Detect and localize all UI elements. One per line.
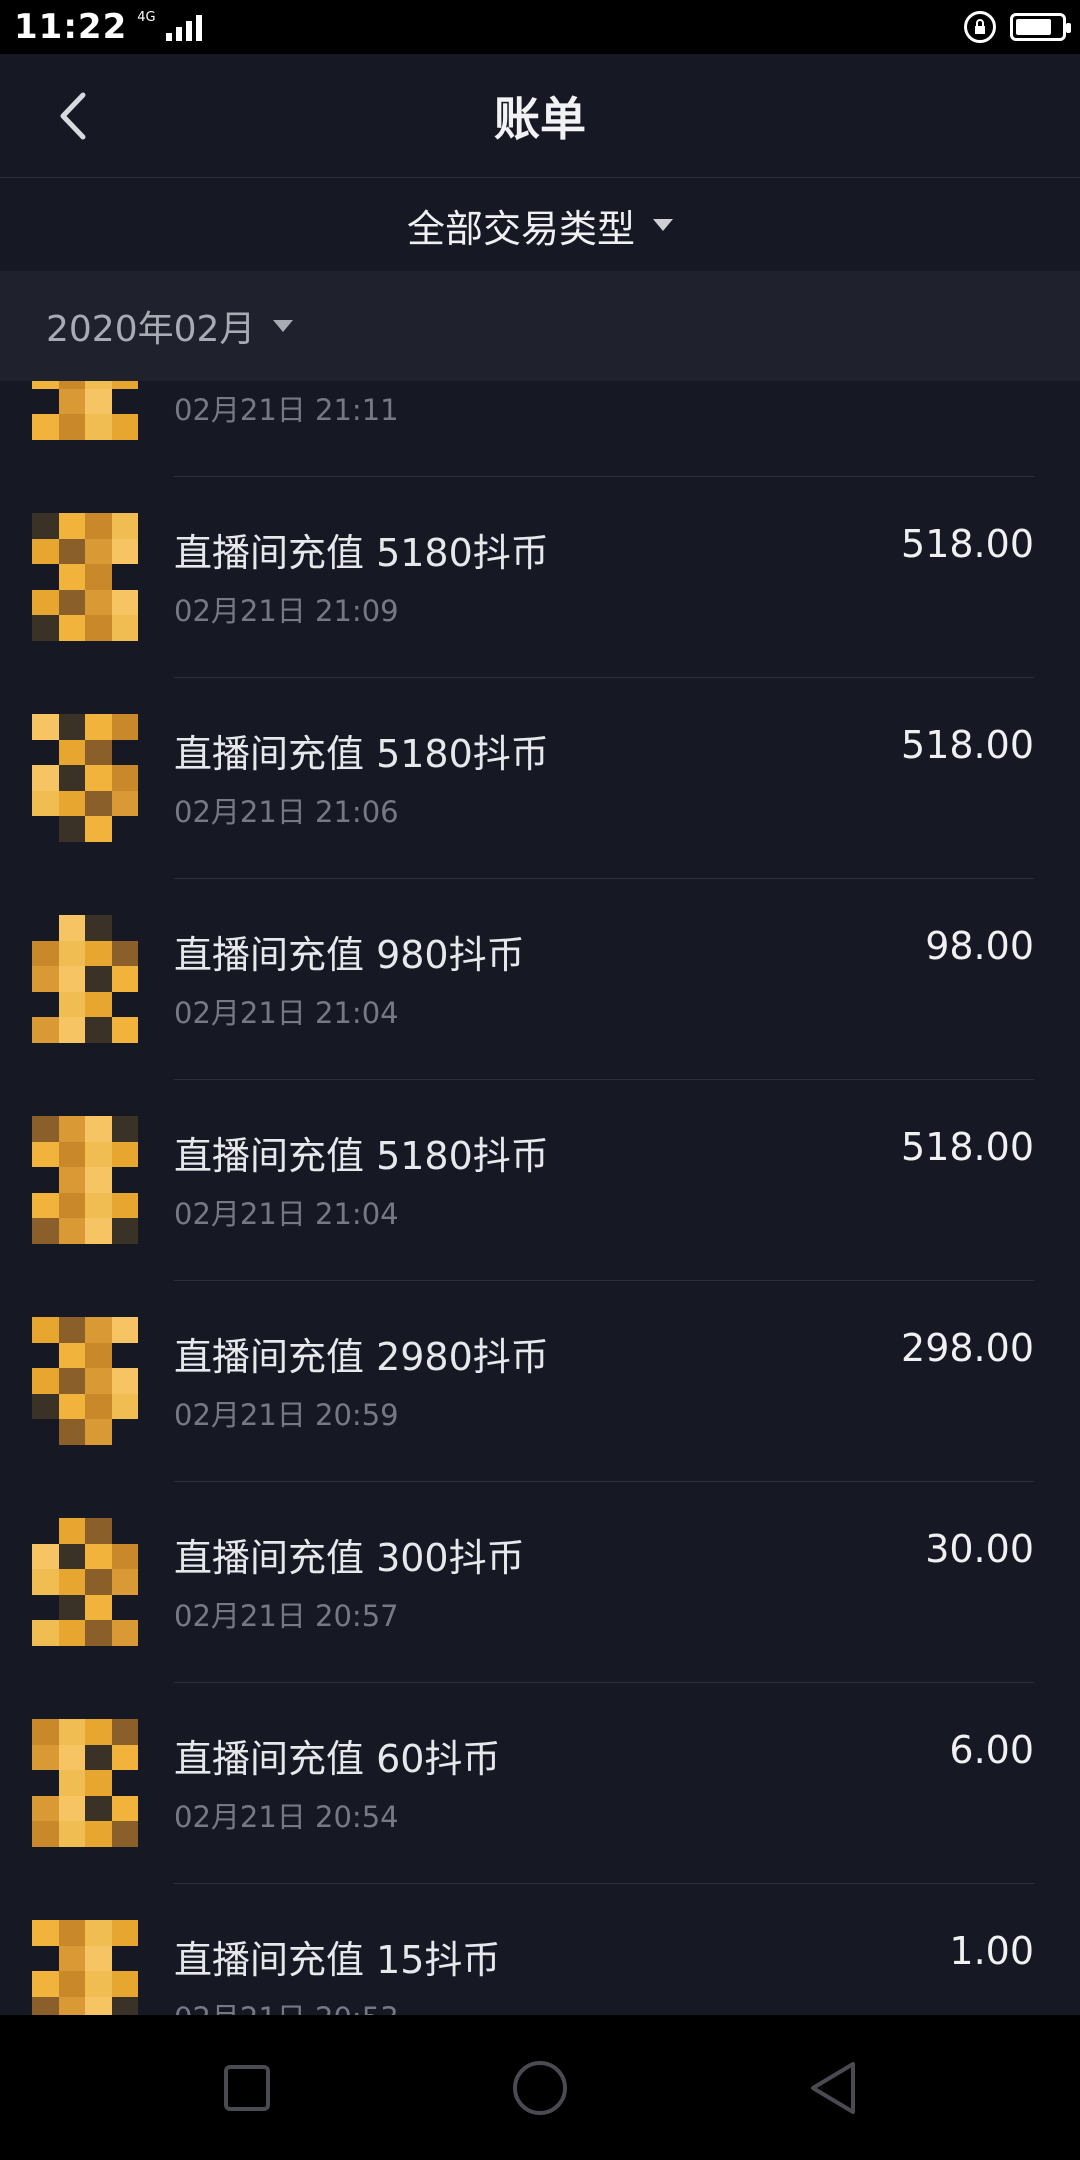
transaction-row[interactable]: 直播间充值 5180抖币02月21日 21:11518.00 — [0, 381, 1080, 477]
transaction-amount: 518.00 — [901, 723, 1034, 767]
transaction-title: 直播间充值 15抖币 — [174, 1938, 501, 1982]
coin-icon — [32, 714, 138, 842]
transaction-time: 02月21日 21:09 — [174, 594, 399, 628]
screen: 11:22 4G 账单 全部交易类型 2020年02月 直播间充值 5180抖币… — [0, 0, 1080, 2160]
transaction-list[interactable]: 直播间充值 5180抖币02月21日 21:11518.00直播间充值 5180… — [0, 381, 1080, 2015]
signal-icon — [165, 13, 202, 41]
transaction-time: 02月21日 21:06 — [174, 795, 399, 829]
month-selector[interactable]: 2020年02月 — [0, 271, 1080, 381]
title-bar: 账单 — [0, 54, 1080, 178]
transaction-row[interactable]: 直播间充值 5180抖币 02月21日 21:09 518.00 — [0, 477, 1080, 678]
transaction-title: 直播间充值 5180抖币 — [174, 732, 549, 776]
transaction-time: 02月21日 21:11 — [174, 393, 399, 427]
transaction-title: 直播间充值 5180抖币 — [174, 1134, 549, 1178]
transaction-type-filter[interactable]: 全部交易类型 — [0, 179, 1080, 271]
square-icon — [223, 2064, 270, 2111]
status-right — [964, 11, 1071, 43]
coin-icon — [32, 1719, 138, 1847]
transaction-time: 02月21日 20:57 — [174, 1599, 399, 1633]
transaction-row[interactable]: 直播间充值 60抖币 02月21日 20:54 6.00 — [0, 1683, 1080, 1884]
transaction-row[interactable]: 直播间充值 5180抖币 02月21日 21:04 518.00 — [0, 1080, 1080, 1281]
transaction-amount: 518.00 — [901, 522, 1034, 566]
coin-icon — [32, 381, 138, 440]
back-button[interactable] — [44, 88, 100, 144]
transaction-row[interactable]: 直播间充值 980抖币 02月21日 21:04 98.00 — [0, 879, 1080, 1080]
transaction-title: 直播间充值 980抖币 — [174, 933, 525, 977]
navigation-bar — [0, 2015, 1080, 2160]
back-nav-button[interactable] — [788, 2043, 878, 2133]
transaction-row[interactable]: 直播间充值 15抖币 02月21日 20:53 1.00 — [0, 1884, 1080, 2015]
transaction-title: 直播间充值 2980抖币 — [174, 1335, 549, 1379]
transaction-row[interactable]: 直播间充值 5180抖币 02月21日 21:06 518.00 — [0, 678, 1080, 879]
circle-icon — [512, 2060, 567, 2115]
caret-down-icon — [273, 320, 294, 332]
transaction-row[interactable]: 直播间充值 2980抖币 02月21日 20:59 298.00 — [0, 1281, 1080, 1482]
transaction-time: 02月21日 20:59 — [174, 1398, 399, 1432]
transaction-title: 直播间充值 60抖币 — [174, 1737, 501, 1781]
status-time: 11:22 — [14, 7, 128, 47]
battery-icon — [1010, 13, 1071, 41]
coin-icon — [32, 915, 138, 1043]
status-left: 11:22 4G — [14, 7, 202, 47]
home-button[interactable] — [495, 2043, 585, 2133]
coin-icon — [32, 1518, 138, 1646]
transaction-title: 直播间充值 5180抖币 — [174, 531, 549, 575]
battery-level — [1016, 19, 1052, 35]
transaction-time: 02月21日 20:53 — [174, 1995, 399, 2015]
rotation-lock-icon — [964, 11, 996, 43]
chevron-left-icon — [60, 92, 86, 140]
transaction-amount: 518.00 — [901, 1125, 1034, 1169]
network-type: 4G — [137, 9, 156, 25]
transaction-row[interactable]: 直播间充值 300抖币 02月21日 20:57 30.00 — [0, 1482, 1080, 1683]
coin-icon — [32, 513, 138, 641]
transaction-list-inner: 直播间充值 5180抖币02月21日 21:11518.00直播间充值 5180… — [0, 381, 1080, 2015]
transaction-amount: 298.00 — [901, 1326, 1034, 1370]
filter-label: 全部交易类型 — [406, 206, 635, 251]
caret-down-icon — [653, 219, 673, 231]
transaction-title: 直播间充值 300抖币 — [174, 1536, 525, 1580]
status-bar: 11:22 4G — [0, 0, 1080, 54]
coin-icon — [32, 1920, 138, 2015]
coin-icon — [32, 1116, 138, 1244]
transaction-time: 02月21日 20:54 — [174, 1800, 399, 1834]
recents-button[interactable] — [202, 2043, 292, 2133]
transaction-time: 02月21日 21:04 — [174, 996, 399, 1030]
coin-icon — [32, 1317, 138, 1445]
month-label: 2020年02月 — [46, 309, 256, 350]
triangle-back-icon — [811, 2061, 856, 2114]
transaction-amount: 98.00 — [925, 924, 1034, 968]
transaction-amount: 1.00 — [949, 1929, 1034, 1973]
transaction-amount: 30.00 — [925, 1527, 1034, 1571]
page-title: 账单 — [494, 91, 586, 146]
transaction-time: 02月21日 21:04 — [174, 1197, 399, 1231]
transaction-amount: 6.00 — [949, 1728, 1034, 1772]
